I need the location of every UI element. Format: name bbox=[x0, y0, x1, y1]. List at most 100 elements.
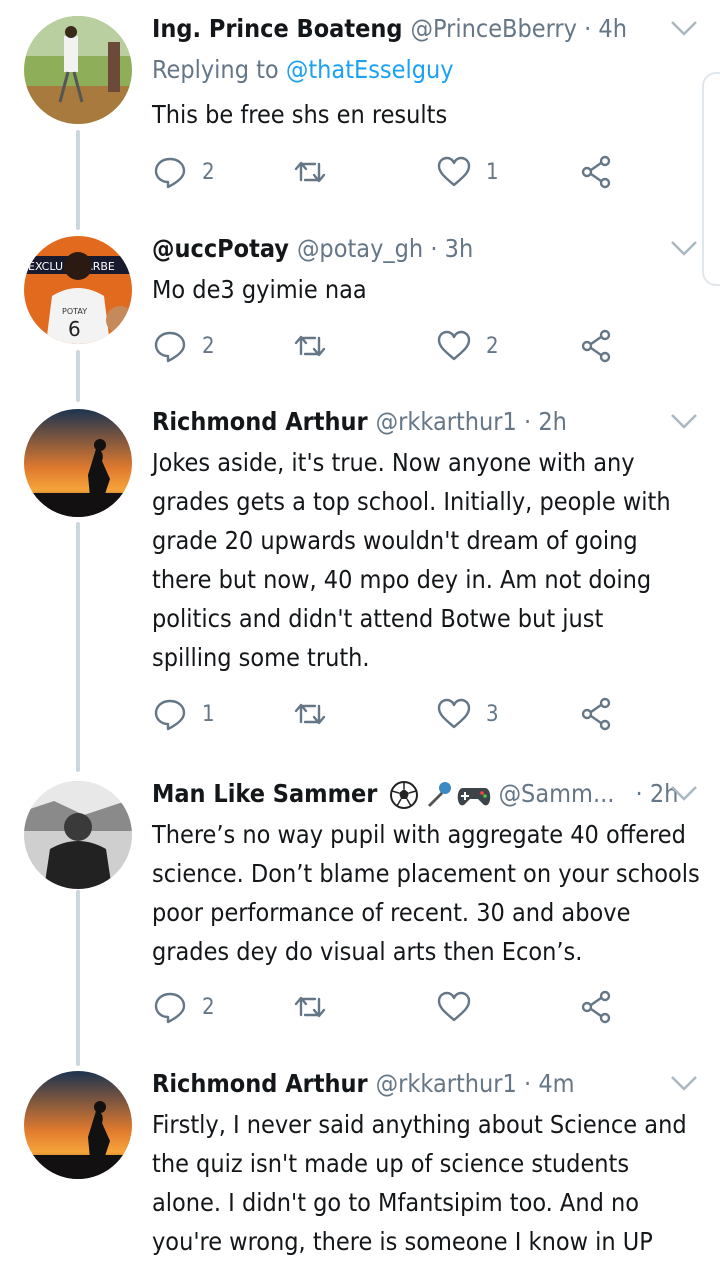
separator: · bbox=[635, 779, 643, 808]
text-line: poor performance of recent. 30 and above bbox=[152, 898, 631, 927]
display-name[interactable]: @uccPotay bbox=[152, 234, 289, 263]
replying-to: Replying to @thatEsselguy bbox=[152, 53, 454, 87]
separator: · bbox=[430, 234, 438, 263]
share-button[interactable] bbox=[578, 987, 614, 1027]
soccer-ball-icon bbox=[389, 781, 418, 809]
avatar-image: EXCLU E DARBE POTAY 6 bbox=[24, 236, 132, 344]
reply-icon bbox=[154, 331, 186, 363]
heart-icon bbox=[437, 156, 471, 187]
reply-count: 1 bbox=[202, 701, 215, 727]
chevron-down-icon[interactable] bbox=[668, 775, 700, 809]
reply-icon bbox=[154, 992, 186, 1024]
avatar-image bbox=[24, 1071, 132, 1179]
share-button[interactable] bbox=[578, 694, 614, 734]
timestamp[interactable]: 4h bbox=[598, 14, 627, 43]
text-line: spilling some truth. bbox=[152, 643, 370, 672]
reply-button[interactable]: 2 bbox=[152, 152, 215, 192]
retweet-icon bbox=[294, 161, 326, 183]
chevron-down-icon[interactable] bbox=[668, 403, 700, 437]
like-button[interactable]: 3 bbox=[436, 694, 499, 734]
like-count: 2 bbox=[486, 333, 499, 359]
tweet-text: There’s no way pupil with aggregate 40 o… bbox=[152, 815, 702, 971]
text-line: grades dey do visual arts then Econ’s. bbox=[152, 937, 583, 966]
like-count: 1 bbox=[486, 159, 499, 185]
avatar[interactable] bbox=[24, 1071, 132, 1179]
reply-button[interactable]: 2 bbox=[152, 326, 215, 366]
tweet[interactable]: Richmond Arthur @rkkarthur1 · 4m Firstly,… bbox=[0, 1055, 720, 1256]
tweet[interactable]: Man Like Sammer @Samm... · 2h There’s no… bbox=[0, 765, 720, 1065]
tweet[interactable]: Ing. Prince Boateng @PrinceBberry · 4h Re… bbox=[0, 0, 720, 220]
avatar[interactable]: EXCLU E DARBE POTAY 6 bbox=[24, 236, 132, 344]
timestamp[interactable]: 4m bbox=[538, 1069, 574, 1098]
avatar[interactable] bbox=[24, 781, 132, 889]
retweet-button[interactable] bbox=[292, 987, 342, 1027]
reply-button[interactable]: 2 bbox=[152, 987, 215, 1027]
text-line: science. Don’t blame placement on your s… bbox=[152, 859, 700, 888]
share-icon bbox=[581, 697, 611, 731]
retweet-icon bbox=[294, 703, 326, 725]
like-count: 3 bbox=[486, 701, 499, 727]
timestamp[interactable]: 2h bbox=[538, 407, 567, 436]
tweet-actions: 2 2 bbox=[152, 326, 622, 366]
user-handle[interactable]: @potay_gh bbox=[297, 234, 423, 263]
retweet-button[interactable] bbox=[292, 694, 342, 734]
text-line: there but now, 40 mpo dey in. Am not doi… bbox=[152, 565, 652, 594]
avatar-image bbox=[24, 16, 132, 124]
timestamp[interactable]: 3h bbox=[445, 234, 474, 263]
separator: · bbox=[524, 1069, 532, 1098]
mention-link[interactable]: @thatEsselguy bbox=[286, 55, 454, 84]
tweet-actions: 1 3 bbox=[152, 694, 622, 734]
reply-count: 2 bbox=[202, 159, 215, 185]
text-line: politics and didn't attend Botwe but jus… bbox=[152, 604, 604, 633]
tweet-header: Ing. Prince Boateng @PrinceBberry · 4h bbox=[152, 12, 700, 46]
heart-icon bbox=[437, 698, 471, 729]
share-button[interactable] bbox=[578, 326, 614, 366]
tweet[interactable]: EXCLU E DARBE POTAY 6 @uccPotay @potay_gh… bbox=[0, 220, 720, 400]
share-icon bbox=[581, 329, 611, 363]
svg-text:6: 6 bbox=[68, 317, 81, 341]
text-line: alone. I didn't go to Mfantsipim too. An… bbox=[152, 1188, 640, 1217]
display-name[interactable]: Richmond Arthur bbox=[152, 1069, 368, 1098]
tweet-text: Jokes aside, it's true. Now anyone with … bbox=[152, 443, 702, 677]
like-button[interactable] bbox=[436, 987, 486, 1027]
tweet-header: @uccPotay @potay_gh · 3h bbox=[152, 232, 700, 266]
display-name[interactable]: Man Like Sammer bbox=[152, 779, 377, 808]
user-handle[interactable]: @rkkarthur1 bbox=[376, 1069, 517, 1098]
text-line: grade 20 upwards wouldn't dream of going bbox=[152, 526, 638, 555]
chevron-down-icon[interactable] bbox=[668, 1065, 700, 1099]
display-name[interactable]: Richmond Arthur bbox=[152, 407, 368, 436]
share-icon bbox=[581, 990, 611, 1024]
text-line: Jokes aside, it's true. Now anyone with … bbox=[152, 448, 635, 477]
tweet-text: This be free shs en results bbox=[152, 100, 448, 129]
tweet[interactable]: Richmond Arthur @rkkarthur1 · 2h Jokes as… bbox=[0, 393, 720, 773]
display-name[interactable]: Ing. Prince Boateng bbox=[152, 14, 402, 43]
retweet-button[interactable] bbox=[292, 152, 342, 192]
user-handle[interactable]: @rkkarthur1 bbox=[376, 407, 517, 436]
reply-icon bbox=[154, 699, 186, 731]
tweet-header: Richmond Arthur @rkkarthur1 · 2h bbox=[152, 405, 700, 439]
share-button[interactable] bbox=[578, 152, 614, 192]
tweet-text: Mo de3 gyimie naa bbox=[152, 275, 367, 304]
reply-button[interactable]: 1 bbox=[152, 694, 215, 734]
retweet-button[interactable] bbox=[292, 326, 342, 366]
user-handle[interactable]: @PrinceBberry bbox=[410, 14, 576, 43]
tweet-actions: 2 bbox=[152, 987, 622, 1027]
reply-icon bbox=[154, 157, 186, 189]
reply-count: 2 bbox=[202, 333, 215, 359]
text-line: grades gets a top school. Initially, peo… bbox=[152, 487, 671, 516]
reply-count: 2 bbox=[202, 994, 215, 1020]
like-button[interactable]: 2 bbox=[436, 326, 499, 366]
heart-icon bbox=[437, 330, 471, 361]
text-line: There’s no way pupil with aggregate 40 o… bbox=[152, 820, 686, 849]
avatar[interactable] bbox=[24, 409, 132, 517]
chevron-down-icon[interactable] bbox=[668, 10, 700, 44]
svg-text:POTAY: POTAY bbox=[62, 307, 87, 316]
user-handle[interactable]: @Samm... bbox=[499, 779, 615, 808]
microphone-icon bbox=[427, 782, 451, 807]
avatar-image bbox=[24, 409, 132, 517]
tweet-actions: 2 1 bbox=[152, 152, 622, 192]
avatar[interactable] bbox=[24, 16, 132, 124]
separator: · bbox=[524, 407, 532, 436]
chevron-down-icon[interactable] bbox=[668, 230, 700, 264]
like-button[interactable]: 1 bbox=[436, 152, 499, 192]
